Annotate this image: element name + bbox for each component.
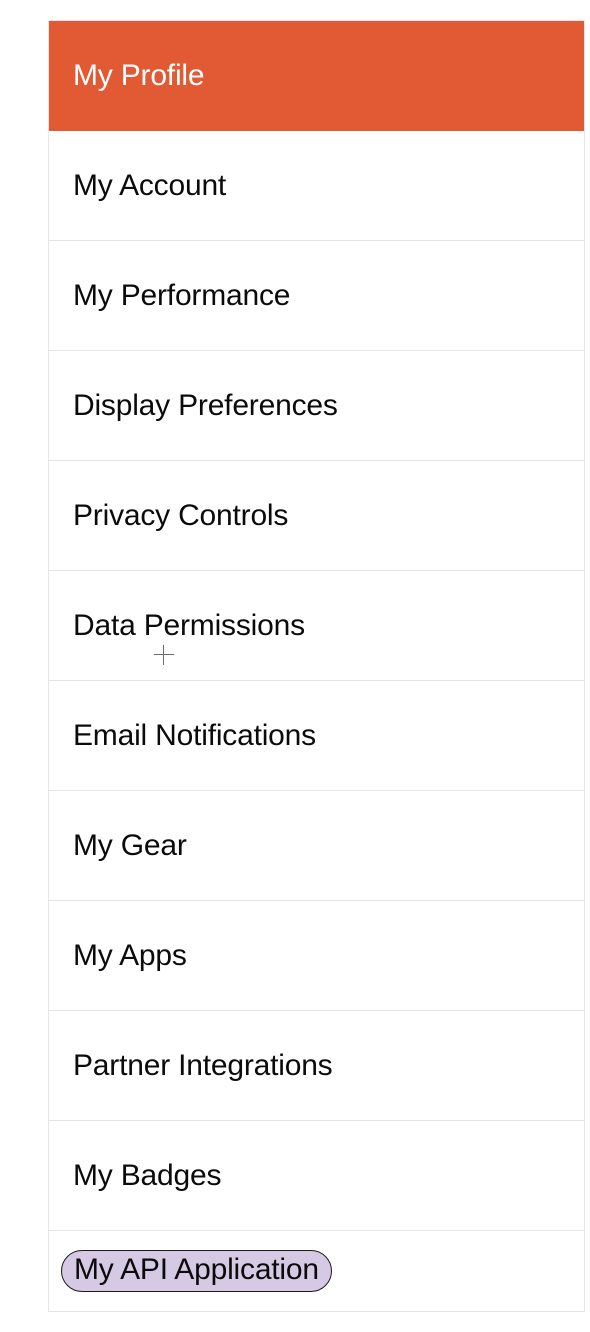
menu-item-label: Privacy Controls [73, 499, 288, 533]
menu-item-label: My Gear [73, 829, 187, 863]
menu-item-my-performance[interactable]: My Performance [49, 241, 584, 351]
menu-item-display-preferences[interactable]: Display Preferences [49, 351, 584, 461]
menu-item-my-badges[interactable]: My Badges [49, 1121, 584, 1231]
menu-item-my-gear[interactable]: My Gear [49, 791, 584, 901]
menu-item-label: My Account [73, 169, 226, 203]
menu-item-label: My Apps [73, 939, 187, 973]
menu-item-my-profile[interactable]: My Profile [49, 21, 584, 131]
menu-item-email-notifications[interactable]: Email Notifications [49, 681, 584, 791]
menu-item-label: Display Preferences [73, 389, 338, 423]
menu-item-partner-integrations[interactable]: Partner Integrations [49, 1011, 584, 1121]
menu-item-label: My Badges [73, 1159, 221, 1193]
menu-item-data-permissions[interactable]: Data Permissions [49, 571, 584, 681]
menu-item-label: My Profile [73, 59, 204, 93]
menu-item-label: Partner Integrations [73, 1049, 332, 1083]
menu-item-privacy-controls[interactable]: Privacy Controls [49, 461, 584, 571]
menu-item-label: Data Permissions [73, 609, 305, 643]
menu-item-my-account[interactable]: My Account [49, 131, 584, 241]
menu-item-my-api-application[interactable]: My API Application [49, 1231, 584, 1311]
menu-item-label-highlighted: My API Application [61, 1250, 332, 1293]
menu-item-label: My Performance [73, 279, 290, 313]
menu-item-my-apps[interactable]: My Apps [49, 901, 584, 1011]
settings-menu: My Profile My Account My Performance Dis… [48, 20, 585, 1312]
menu-item-label: Email Notifications [73, 719, 316, 753]
